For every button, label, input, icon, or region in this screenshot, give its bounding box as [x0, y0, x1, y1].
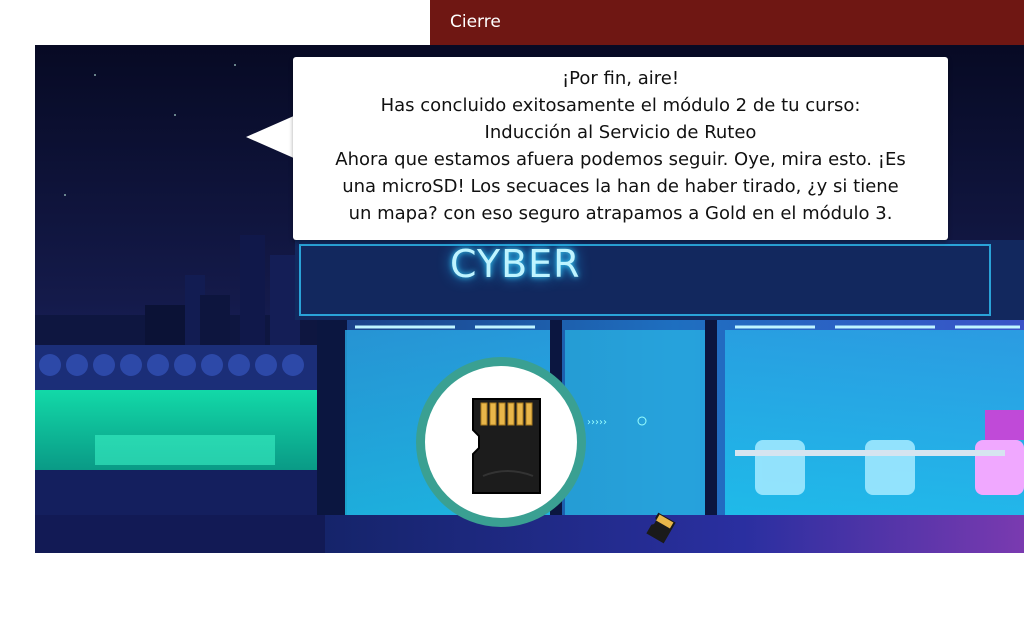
speech-bubble-tail — [246, 115, 296, 159]
microsd-highlight-circle[interactable] — [416, 357, 586, 527]
dialog-line: Ahora que estamos afuera podemos seguir.… — [335, 149, 906, 170]
dialog-line: un mapa? con eso seguro atrapamos a Gold… — [348, 203, 893, 224]
microsd-card-icon — [472, 398, 541, 494]
dialog-line: Has concluido exitosamente el módulo 2 d… — [380, 95, 861, 116]
header-title: Cierre — [450, 12, 501, 32]
dialog-line: una microSD! Los secuaces la han de habe… — [342, 176, 899, 197]
svg-text:›››››: ››››› — [587, 417, 607, 428]
dialog-line: Inducción al Servicio de Ruteo — [484, 122, 757, 143]
cyber-neon-sign: CYBER — [450, 242, 581, 286]
dialog-speech-bubble: ¡Por fin, aire! Has concluido exitosamen… — [293, 57, 948, 240]
header-bar: Cierre — [430, 0, 1024, 45]
dialog-line: ¡Por fin, aire! — [561, 68, 680, 89]
